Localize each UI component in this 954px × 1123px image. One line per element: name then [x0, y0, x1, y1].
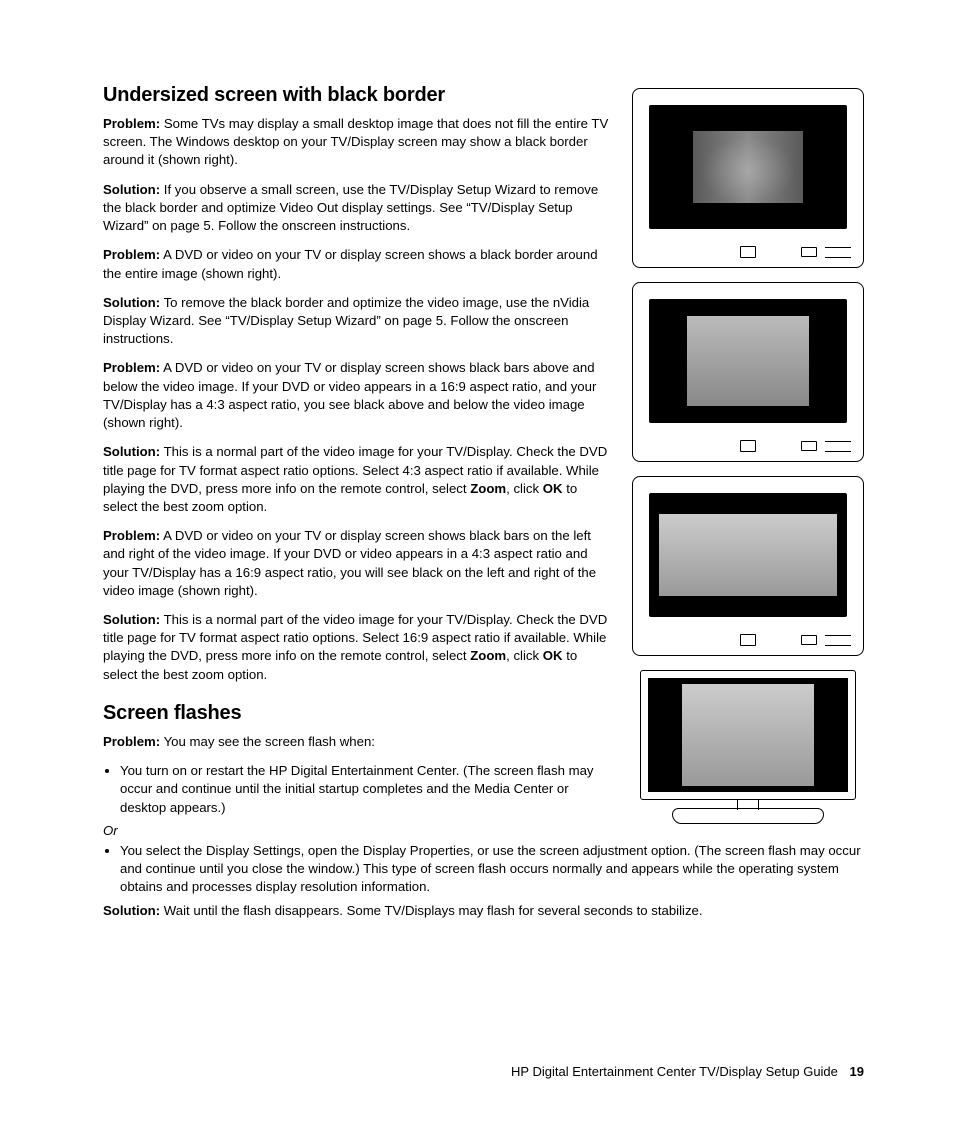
solution-2-text: To remove the black border and optimize … — [103, 295, 589, 346]
problem-label: Problem: — [103, 528, 160, 543]
problem-2: Problem: A DVD or video on your TV or di… — [103, 246, 614, 282]
zoom-bold: Zoom — [470, 481, 506, 496]
solution-3-text-b: , click — [506, 481, 543, 496]
solution-1-text: If you observe a small screen, use the T… — [103, 182, 598, 233]
problem-label: Problem: — [103, 360, 160, 375]
flash-solution: Solution: Wait until the flash disappear… — [103, 902, 864, 920]
solution-1: Solution: If you observe a small screen,… — [103, 181, 614, 236]
flash-problem-text: You may see the screen flash when: — [160, 734, 375, 749]
solution-4: Solution: This is a normal part of the v… — [103, 611, 614, 684]
solution-3: Solution: This is a normal part of the v… — [103, 443, 614, 516]
figure-monitor-black-border — [632, 282, 864, 462]
problem-4-text: A DVD or video on your TV or display scr… — [103, 528, 596, 598]
figure-lcd-pillarbox: • • • • — [632, 670, 864, 834]
footer: HP Digital Entertainment Center TV/Displ… — [511, 1064, 864, 1079]
flash-bullets-2: You select the Display Settings, open th… — [103, 842, 864, 897]
problem-label: Problem: — [103, 734, 160, 749]
problem-1-text: Some TVs may display a small desktop ima… — [103, 116, 608, 167]
heading-screen-flashes: Screen flashes — [103, 702, 614, 725]
problem-4: Problem: A DVD or video on your TV or di… — [103, 527, 614, 600]
heading-undersized: Undersized screen with black border — [103, 84, 614, 107]
flash-bullet-2: You select the Display Settings, open th… — [120, 842, 864, 897]
problem-3: Problem: A DVD or video on your TV or di… — [103, 359, 614, 432]
solution-label: Solution: — [103, 444, 160, 459]
zoom-bold: Zoom — [470, 648, 506, 663]
flash-bullet-1: You turn on or restart the HP Digital En… — [120, 762, 614, 817]
solution-4-text-b: , click — [506, 648, 543, 663]
flash-bullets: You turn on or restart the HP Digital En… — [103, 762, 614, 817]
solution-label: Solution: — [103, 295, 160, 310]
or-text: Or — [103, 823, 614, 838]
problem-2-text: A DVD or video on your TV or display scr… — [103, 247, 598, 280]
solution-label: Solution: — [103, 612, 160, 627]
solution-label: Solution: — [103, 182, 160, 197]
problem-3-text: A DVD or video on your TV or display scr… — [103, 360, 596, 430]
problem-label: Problem: — [103, 116, 160, 131]
solution-2: Solution: To remove the black border and… — [103, 294, 614, 349]
problem-label: Problem: — [103, 247, 160, 262]
figure-monitor-letterbox — [632, 476, 864, 656]
ok-bold: OK — [543, 648, 563, 663]
flash-problem: Problem: You may see the screen flash wh… — [103, 733, 614, 751]
solution-label: Solution: — [103, 903, 160, 918]
page-number: 19 — [850, 1064, 864, 1079]
ok-bold: OK — [543, 481, 563, 496]
footer-text: HP Digital Entertainment Center TV/Displ… — [511, 1064, 838, 1079]
problem-1: Problem: Some TVs may display a small de… — [103, 115, 614, 170]
flash-solution-text: Wait until the flash disappears. Some TV… — [160, 903, 702, 918]
figure-monitor-small-desktop — [632, 88, 864, 268]
